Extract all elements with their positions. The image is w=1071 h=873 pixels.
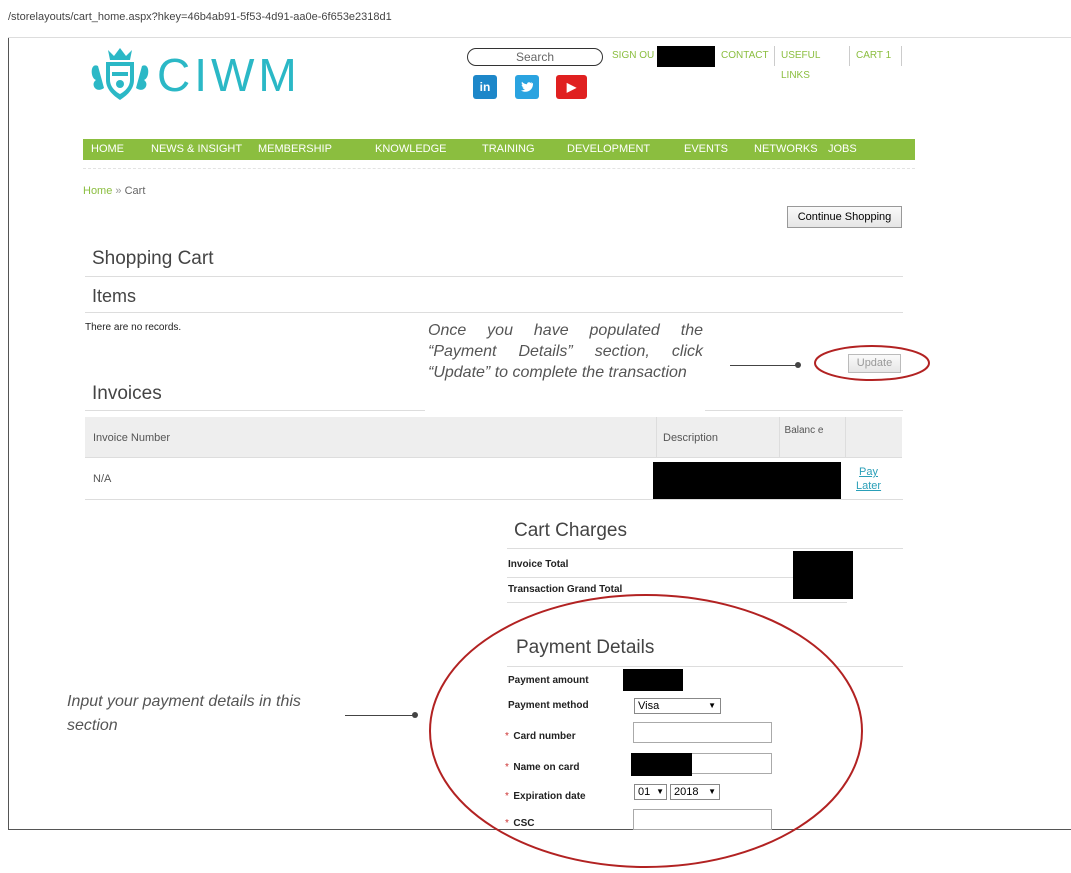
- description-header: Description: [663, 432, 719, 444]
- update-highlight-ellipse: [814, 345, 930, 381]
- update-annotation: Once you have populated the “Payment Det…: [428, 320, 703, 383]
- column-divider: [845, 417, 846, 457]
- redacted-username: [657, 46, 715, 67]
- nav-news-insight[interactable]: NEWS & INSIGHT: [151, 139, 242, 160]
- divider: [85, 312, 903, 313]
- breadcrumb-home[interactable]: Home: [83, 185, 112, 197]
- breadcrumb: Home » Cart: [83, 185, 145, 197]
- shopping-cart-title: Shopping Cart: [92, 248, 214, 269]
- update-callout-dot: [795, 362, 801, 368]
- invoice-number-cell: N/A: [93, 473, 112, 485]
- nav-jobs[interactable]: JOBS: [828, 139, 857, 160]
- invoice-number-header: Invoice Number: [93, 432, 171, 444]
- search-input[interactable]: Search: [467, 48, 603, 66]
- nav-networks[interactable]: NETWORKS: [754, 139, 818, 160]
- breadcrumb-separator: »: [115, 185, 122, 197]
- youtube-icon[interactable]: ▶: [556, 75, 587, 99]
- nav-knowledge[interactable]: KNOWLEDGE: [375, 139, 447, 160]
- nav-membership[interactable]: MEMBERSHIP: [258, 139, 332, 160]
- payment-callout-line: [345, 715, 415, 716]
- divider: [705, 410, 903, 411]
- divider: [85, 276, 903, 277]
- redacted-totals: [793, 551, 853, 599]
- payment-highlight-ellipse: [429, 594, 863, 868]
- nav-events[interactable]: EVENTS: [684, 139, 728, 160]
- continue-shopping-button[interactable]: Continue Shopping: [787, 206, 902, 228]
- divider: [507, 548, 903, 549]
- payment-annotation-text: Input your payment details in this secti…: [67, 693, 301, 734]
- column-divider: [779, 417, 780, 457]
- address-bar[interactable]: /storelayouts/cart_home.aspx?hkey=46b4ab…: [8, 0, 1071, 38]
- pay-later-line2[interactable]: Later: [856, 479, 881, 493]
- main-nav: HOME NEWS & INSIGHT MEMBERSHIP KNOWLEDGE…: [83, 139, 915, 160]
- pay-later-link[interactable]: Pay Later: [856, 465, 881, 493]
- redacted-description: [653, 462, 841, 500]
- cart-link[interactable]: CART 1: [850, 46, 902, 66]
- nav-divider: [83, 168, 915, 169]
- ciwm-logo-text[interactable]: CIWM: [157, 50, 301, 100]
- twitter-bird-icon: [521, 81, 534, 92]
- items-title: Items: [92, 286, 137, 306]
- pay-later-line1[interactable]: Pay: [856, 465, 881, 479]
- invoices-title: Invoices: [92, 383, 162, 404]
- column-divider: [656, 417, 657, 457]
- url-text[interactable]: /storelayouts/cart_home.aspx?hkey=46b4ab…: [8, 11, 392, 23]
- invoice-total-label: Invoice Total: [508, 559, 569, 570]
- nav-training[interactable]: TRAINING: [482, 139, 535, 160]
- breadcrumb-current: Cart: [124, 185, 146, 197]
- linkedin-icon[interactable]: in: [473, 75, 497, 99]
- nav-development[interactable]: DEVELOPMENT: [567, 139, 650, 160]
- ciwm-crest-icon[interactable]: [88, 44, 152, 102]
- twitter-icon[interactable]: [515, 75, 539, 99]
- cart-charges-title: Cart Charges: [514, 520, 627, 541]
- useful-links-link[interactable]: USEFUL LINKS: [775, 46, 850, 81]
- no-records-text: There are no records.: [85, 322, 182, 333]
- divider: [85, 499, 903, 500]
- balance-header: Balanc e: [784, 425, 824, 436]
- contact-link[interactable]: CONTACT: [715, 46, 775, 66]
- divider: [85, 410, 425, 411]
- payment-callout-dot: [412, 712, 418, 718]
- update-callout-line: [730, 365, 798, 366]
- update-annotation-text: Once you have populated the “Payment Det…: [428, 322, 703, 381]
- nav-home[interactable]: HOME: [91, 139, 124, 160]
